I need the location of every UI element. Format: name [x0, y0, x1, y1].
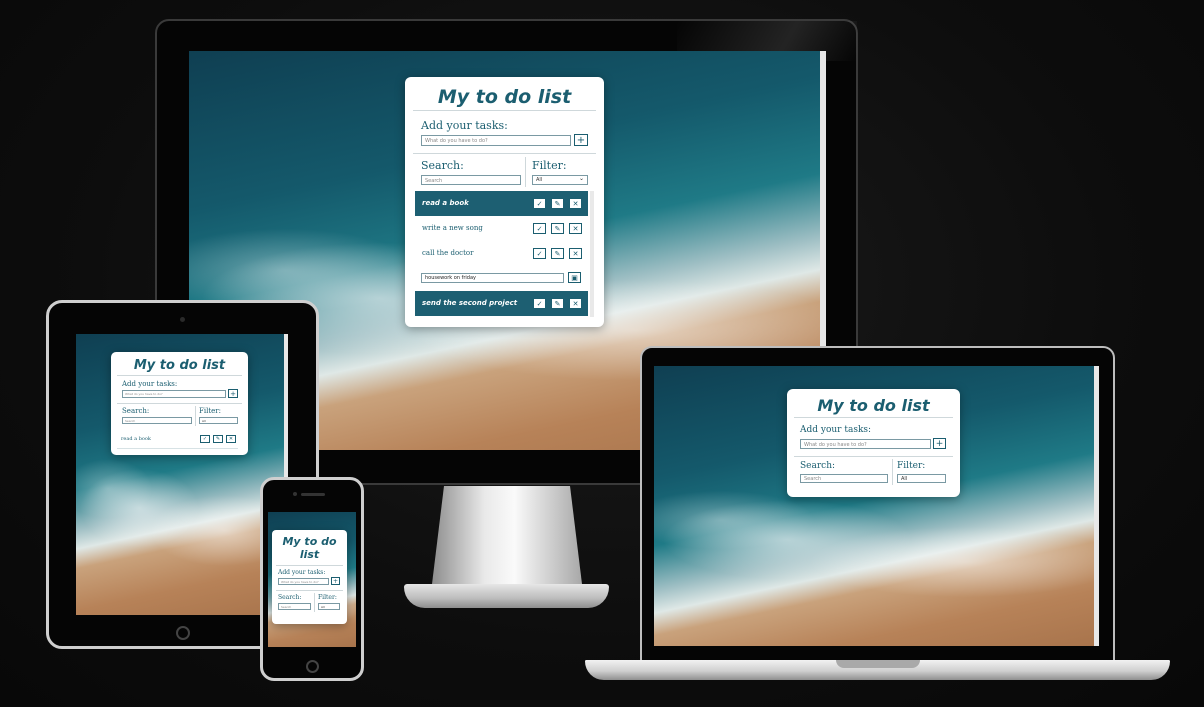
- phone-speaker: [301, 493, 325, 496]
- filter-select[interactable]: All: [318, 603, 340, 610]
- edit-icon[interactable]: ✎: [551, 198, 564, 209]
- task-row: read a book ✓ ✎ ✕: [415, 191, 588, 216]
- add-task-input[interactable]: What do you have to do?: [800, 439, 931, 449]
- tablet-camera: [180, 317, 185, 322]
- page-title-line2: list: [299, 548, 320, 561]
- title-divider: [276, 565, 343, 566]
- todo-card: My to do list Add your tasks: What do yo…: [272, 530, 347, 624]
- page-title: My to do list: [437, 86, 572, 108]
- task-row-editing: housework on friday ▣: [415, 266, 588, 292]
- todo-card: My to do list Add your tasks: What do yo…: [787, 389, 960, 497]
- add-task-button[interactable]: +: [933, 438, 946, 449]
- todo-card: My to do list Add your tasks: What do yo…: [405, 77, 604, 327]
- filter-label: Filter:: [897, 461, 926, 471]
- page-title: My to do list: [817, 396, 930, 415]
- save-icon[interactable]: ▣: [568, 272, 581, 283]
- check-icon[interactable]: ✓: [533, 198, 546, 209]
- todo-card: My to do list Add your tasks: What do yo…: [111, 352, 248, 455]
- search-label: Search:: [278, 594, 302, 601]
- search-input[interactable]: Search: [122, 417, 192, 424]
- section-divider: [117, 403, 242, 404]
- filter-label: Filter:: [199, 407, 221, 415]
- page-title-line1: My to do: [282, 535, 337, 548]
- add-label: Add your tasks:: [800, 425, 872, 435]
- add-task-input[interactable]: What do you have to do?: [122, 390, 226, 398]
- delete-icon[interactable]: ✕: [569, 198, 582, 209]
- title-divider: [794, 417, 953, 418]
- section-divider: [276, 590, 343, 591]
- add-label: Add your tasks:: [421, 119, 508, 132]
- delete-icon[interactable]: ✕: [569, 298, 582, 309]
- delete-icon[interactable]: ✕: [569, 223, 582, 234]
- search-label: Search:: [122, 407, 150, 415]
- title-divider: [413, 110, 596, 111]
- filter-select[interactable]: All: [199, 417, 238, 424]
- delete-icon[interactable]: ✕: [226, 435, 236, 443]
- task-row: call the doctor ✓ ✎ ✕: [415, 241, 588, 267]
- add-label: Add your tasks:: [278, 569, 326, 576]
- monitor-stand-neck: [432, 486, 582, 584]
- filter-select[interactable]: All ⌄: [532, 175, 588, 185]
- phone-camera: [293, 492, 297, 496]
- search-filter-divider: [892, 459, 893, 485]
- task-list-scrollbar[interactable]: [590, 191, 594, 317]
- task-text: read a book: [422, 199, 469, 207]
- laptop-notch: [836, 660, 920, 668]
- laptop-screen: My to do list Add your tasks: What do yo…: [654, 366, 1099, 646]
- add-task-button[interactable]: +: [228, 389, 238, 398]
- filter-select-value: All: [536, 177, 543, 183]
- check-icon[interactable]: ✓: [533, 248, 546, 259]
- phone-home-button[interactable]: [306, 660, 319, 673]
- add-task-button[interactable]: +: [331, 577, 340, 585]
- add-label: Add your tasks:: [122, 380, 178, 388]
- search-input[interactable]: Search: [278, 603, 311, 610]
- search-filter-divider: [314, 593, 315, 612]
- task-list: read a book ✓ ✎ ✕ write a new song ✓ ✎ ✕…: [415, 191, 588, 317]
- section-divider: [413, 153, 596, 154]
- task-row: read a book ✓ ✎ ✕: [117, 432, 238, 449]
- task-text: call the doctor: [422, 249, 474, 257]
- search-input[interactable]: Search: [421, 175, 521, 185]
- edit-task-input[interactable]: housework on friday: [421, 273, 564, 283]
- task-text: read a book: [121, 436, 151, 442]
- search-filter-divider: [525, 157, 526, 187]
- task-text: send the second project: [422, 299, 518, 307]
- task-row: write a new song ✓ ✎ ✕: [415, 216, 588, 242]
- edit-icon[interactable]: ✎: [551, 223, 564, 234]
- search-input[interactable]: Search: [800, 474, 888, 483]
- title-divider: [117, 375, 242, 376]
- check-icon[interactable]: ✓: [533, 298, 546, 309]
- filter-select[interactable]: All: [897, 474, 946, 483]
- phone-screen: My to do list Add your tasks: What do yo…: [268, 512, 356, 647]
- chevron-down-icon: ⌄: [578, 175, 584, 182]
- search-label: Search:: [421, 159, 464, 172]
- task-text: write a new song: [422, 224, 483, 232]
- tablet-screen: My to do list Add your tasks: What do yo…: [76, 334, 288, 615]
- filter-label: Filter:: [532, 159, 567, 172]
- filter-label: Filter:: [318, 594, 337, 601]
- page-title: My to do list: [133, 358, 226, 373]
- section-divider: [794, 456, 953, 457]
- tablet-home-button[interactable]: [176, 626, 190, 640]
- filter-select-value: All: [321, 605, 325, 609]
- laptop-scrollbar[interactable]: [1094, 366, 1099, 646]
- task-row: send the second project ✓ ✎ ✕: [415, 291, 588, 316]
- search-label: Search:: [800, 461, 836, 471]
- check-icon[interactable]: ✓: [200, 435, 210, 443]
- edit-icon[interactable]: ✎: [551, 248, 564, 259]
- add-task-input[interactable]: What do you have to do?: [278, 578, 329, 585]
- edit-icon[interactable]: ✎: [551, 298, 564, 309]
- delete-icon[interactable]: ✕: [569, 248, 582, 259]
- monitor-stand-base: [404, 584, 609, 608]
- search-filter-divider: [195, 406, 196, 426]
- add-task-button[interactable]: +: [574, 134, 588, 146]
- filter-select-value: All: [901, 476, 908, 482]
- add-task-input[interactable]: What do you have to do?: [421, 135, 571, 146]
- check-icon[interactable]: ✓: [533, 223, 546, 234]
- filter-select-value: All: [202, 419, 206, 423]
- edit-icon[interactable]: ✎: [213, 435, 223, 443]
